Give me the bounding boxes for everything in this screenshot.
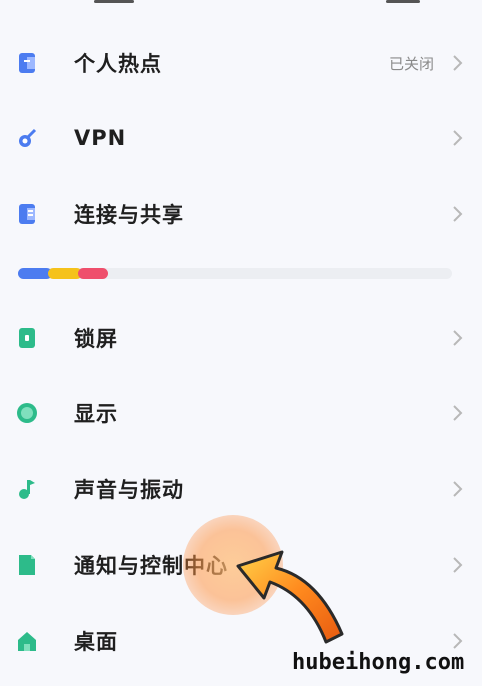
notification-icon [16, 554, 38, 576]
settings-item-hotspot[interactable]: 个人热点 已关闭 [0, 33, 482, 93]
settings-item-lock-screen[interactable]: 锁屏 [0, 308, 482, 368]
hotspot-label: 个人热点 [74, 52, 162, 76]
share-icon [16, 203, 38, 225]
settings-item-vpn[interactable]: VPN [0, 108, 482, 168]
hotspot-status: 已关闭 [388, 54, 434, 73]
connection-sharing-label: 连接与共享 [74, 203, 184, 227]
top-edge [0, 0, 482, 4]
divider-segment-yellow [48, 268, 82, 279]
lock-screen-icon [16, 327, 38, 349]
chevron-right-icon [446, 478, 468, 500]
display-icon [16, 402, 38, 424]
watermark: hubeihong.com [292, 650, 465, 675]
home-icon [16, 630, 38, 652]
settings-item-connection-sharing[interactable]: 连接与共享 [0, 184, 482, 244]
settings-item-display[interactable]: 显示 [0, 383, 482, 443]
sound-vibration-label: 声音与振动 [74, 478, 184, 502]
lock-screen-label: 锁屏 [74, 327, 118, 351]
display-label: 显示 [74, 402, 118, 426]
sound-icon [16, 478, 38, 500]
divider-segment-blue [18, 268, 52, 279]
chevron-right-icon [446, 554, 468, 576]
chevron-right-icon [446, 327, 468, 349]
chevron-right-icon [446, 203, 468, 225]
settings-item-sound-vibration[interactable]: 声音与振动 [0, 459, 482, 519]
chevron-right-icon [446, 630, 468, 652]
pointer-arrow-icon [236, 550, 344, 644]
chevron-right-icon [446, 52, 468, 74]
chevron-right-icon [446, 402, 468, 424]
home-screen-label: 桌面 [74, 630, 118, 654]
vpn-key-icon [16, 127, 38, 149]
vpn-label: VPN [74, 126, 127, 150]
chevron-right-icon [446, 127, 468, 149]
divider-segment-red [78, 268, 108, 279]
hotspot-icon [16, 52, 38, 74]
